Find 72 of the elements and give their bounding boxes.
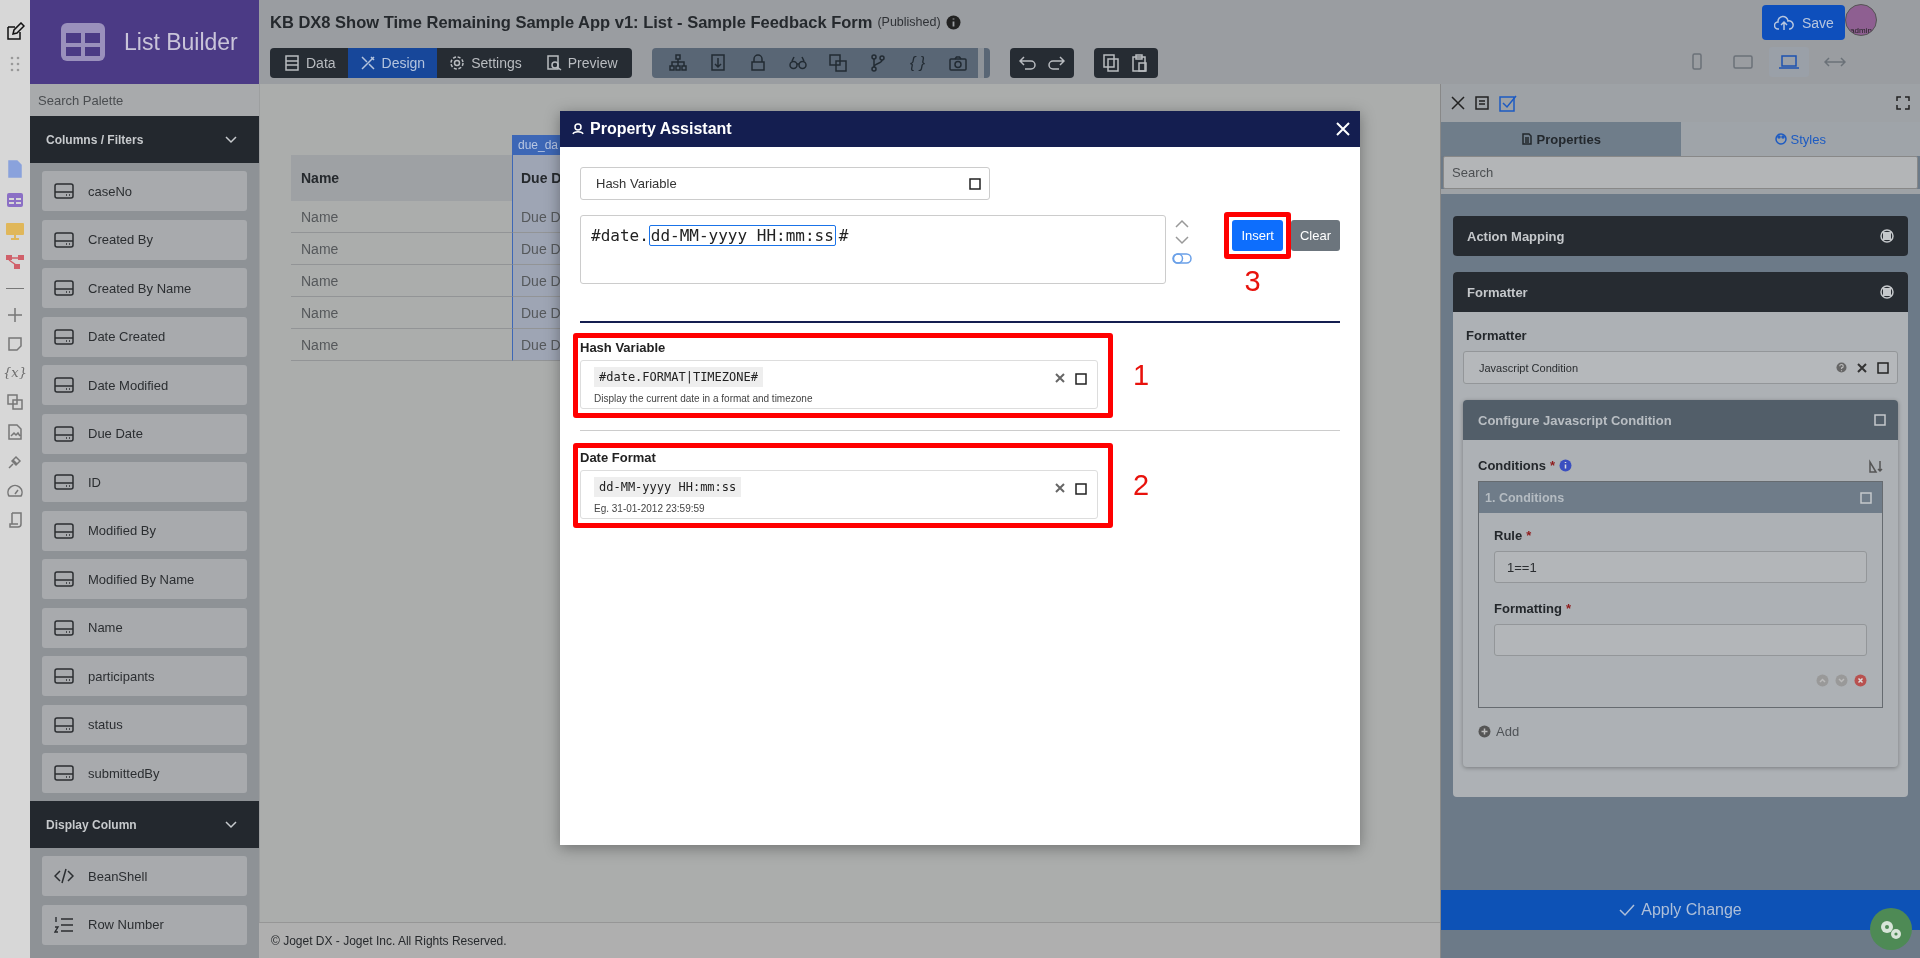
- value-field[interactable]: #date.FORMAT|TIMEZONE# Display the current date in a format and timezone: [580, 360, 1098, 409]
- clear-button[interactable]: Clear: [1290, 220, 1340, 251]
- palette-item[interactable]: Modified By Name: [42, 559, 247, 599]
- palette-item[interactable]: Name: [42, 607, 247, 648]
- required-mark: *: [1526, 528, 1532, 543]
- palette-item[interactable]: Created By Name: [42, 268, 247, 308]
- palette-item[interactable]: Row Number: [42, 904, 247, 945]
- field-label: Formatting: [1494, 601, 1562, 616]
- field-label: Date Format: [580, 450, 657, 465]
- dialog-title: Property Assistant: [590, 120, 733, 138]
- palette-item[interactable]: ID: [42, 462, 247, 502]
- palette-item[interactable]: participants: [42, 656, 247, 696]
- select-value: Hash Variable: [596, 176, 677, 191]
- required-mark: *: [1549, 458, 1555, 473]
- select-field[interactable]: Javascript Condition: [1463, 351, 1898, 384]
- palette-item[interactable]: Date Modified: [42, 365, 247, 405]
- status-label: (Published): [877, 15, 941, 29]
- mode-tab[interactable]: Preview: [533, 48, 630, 78]
- table-cell: Due D: [512, 233, 560, 265]
- app-title: KB DX8 Show Time Remaining Sample App v1: List - Sample Feedback Form: [270, 12, 873, 32]
- palette-item[interactable]: submittedBy: [42, 753, 247, 793]
- palette-item[interactable]: Due Date: [42, 413, 247, 454]
- field-label: Formatter: [1466, 328, 1528, 343]
- mode-tab[interactable]: Settings: [437, 48, 534, 78]
- field-label: Rule: [1494, 528, 1523, 543]
- section-title: Columns / Filters: [46, 132, 144, 147]
- select-field[interactable]: Hash Variable: [580, 167, 990, 200]
- value-field[interactable]: dd-MM-yyyy HH:mm:ss Eg. 31-01-2012 23:59:59: [580, 470, 1098, 519]
- search-field[interactable]: Search: [1443, 156, 1918, 189]
- palette-item[interactable]: status: [42, 704, 247, 745]
- mode-tab[interactable]: Design: [347, 48, 438, 78]
- palette-item[interactable]: Modified By: [42, 510, 247, 551]
- table-cell: Due D: [512, 329, 560, 361]
- palette-item[interactable]: BeanShell: [42, 856, 247, 896]
- variables-icon[interactable]: {x}: [3, 365, 27, 380]
- save-button[interactable]: Save: [1762, 5, 1845, 40]
- apply-change-button[interactable]: Apply Change: [1441, 890, 1920, 930]
- palette-item[interactable]: Created By: [42, 219, 247, 260]
- palette-item[interactable]: Date Created: [42, 316, 247, 357]
- annotation-number: 2: [1133, 471, 1150, 500]
- annotation-number: 3: [1244, 267, 1261, 296]
- field-value: Javascript Condition: [1479, 361, 1579, 374]
- column-header[interactable]: Name: [291, 155, 512, 201]
- code-value: #date.FORMAT|TIMEZONE#: [594, 367, 763, 387]
- field-label: Conditions: [1478, 458, 1546, 473]
- add-button[interactable]: Add: [1478, 724, 1520, 739]
- expression-editor[interactable]: #date.dd-MM-yyyy HH:mm:ss #: [580, 215, 1167, 284]
- code-value: dd-MM-yyyy HH:mm:ss: [594, 477, 742, 497]
- panel-title: Formatter: [1467, 284, 1528, 300]
- config-title: Configure Javascript Condition: [1478, 412, 1672, 428]
- panel-title: Action Mapping: [1467, 228, 1565, 244]
- insert-button[interactable]: Insert: [1232, 220, 1283, 251]
- text-field[interactable]: 1==1: [1494, 551, 1867, 583]
- field-hint: Eg. 31-01-2012 23:59:59: [594, 503, 706, 514]
- mode-tab[interactable]: Data: [272, 48, 348, 78]
- panel-header[interactable]: Action Mapping: [1453, 216, 1908, 256]
- search-field[interactable]: Search Palette: [30, 84, 259, 116]
- builder-title: List Builder: [124, 28, 238, 56]
- table-cell: Due D: [512, 201, 560, 233]
- table-cell: Due D: [512, 265, 560, 297]
- section-title: Display Column: [46, 817, 137, 832]
- copyright-text: © Joget DX - Joget Inc. All Rights Reserved.: [259, 922, 1440, 958]
- required-mark: *: [1565, 601, 1571, 616]
- item-title: 1. Conditions: [1485, 490, 1565, 505]
- table-cell: Due D: [512, 297, 560, 329]
- annotation-number: 1: [1133, 361, 1150, 390]
- panel-tab[interactable]: Properties: [1441, 122, 1681, 156]
- palette-item[interactable]: caseNo: [42, 171, 247, 211]
- field-label: Hash Variable: [580, 340, 667, 355]
- field-hint: Display the current date in a format and timezone: [594, 393, 814, 404]
- column-tag: due_da: [512, 135, 560, 155]
- panel-header[interactable]: Formatter: [1453, 272, 1908, 312]
